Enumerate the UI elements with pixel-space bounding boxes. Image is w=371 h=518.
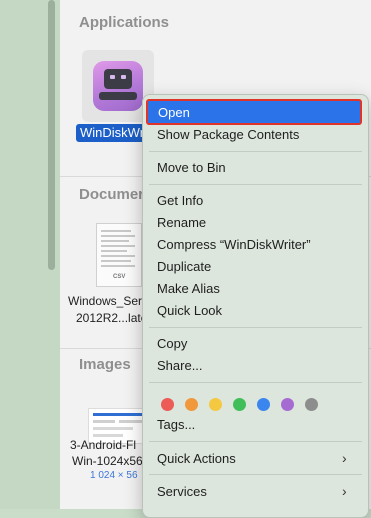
tag-color-dot[interactable] [185, 398, 198, 411]
menu-item-duplicate[interactable]: Duplicate [157, 257, 211, 277]
csv-document-thumbnail[interactable]: CSV [96, 223, 142, 287]
menu-item-share[interactable]: Share... [157, 356, 203, 376]
menu-item-get-info[interactable]: Get Info [157, 191, 203, 211]
menu-item-move-to-bin[interactable]: Move to Bin [157, 158, 226, 178]
tag-color-dot[interactable] [161, 398, 174, 411]
menu-separator [149, 441, 362, 442]
menu-item-compress[interactable]: Compress “WinDiskWriter” [157, 235, 311, 255]
services-chevron-icon: › [342, 483, 347, 499]
image-dimensions: 1 024 × 56 [90, 470, 138, 481]
menu-item-open[interactable]: Open [146, 99, 362, 125]
menu-separator [149, 474, 362, 475]
image-name-line2: Win-1024x56 [72, 454, 143, 468]
quick-actions-chevron-icon: › [342, 450, 347, 466]
tag-color-dot[interactable] [305, 398, 318, 411]
tag-color-dot[interactable] [233, 398, 246, 411]
menu-item-open-label: Open [158, 105, 190, 120]
menu-item-show-package-contents[interactable]: Show Package Contents [157, 125, 299, 145]
menu-item-tags[interactable]: Tags... [157, 415, 195, 435]
section-title-applications: Applications [79, 14, 170, 31]
document-name-line1: Windows_Ser [68, 294, 143, 308]
menu-separator [149, 151, 362, 152]
sidebar [0, 0, 60, 509]
tag-color-dot[interactable] [209, 398, 222, 411]
csv-badge: CSV [113, 274, 126, 280]
menu-item-quick-look[interactable]: Quick Look [157, 301, 222, 321]
section-title-documents: Documer [79, 186, 145, 203]
menu-item-quick-actions[interactable]: Quick Actions [157, 449, 236, 469]
tag-color-dot[interactable] [257, 398, 270, 411]
context-menu: Open Show Package Contents Move to Bin G… [142, 94, 369, 518]
menu-separator [149, 327, 362, 328]
menu-item-copy[interactable]: Copy [157, 334, 187, 354]
menu-item-services[interactable]: Services [157, 482, 207, 502]
menu-item-make-alias[interactable]: Make Alias [157, 279, 220, 299]
menu-separator [149, 382, 362, 383]
menu-separator [149, 184, 362, 185]
tag-color-dot[interactable] [281, 398, 294, 411]
windiskwriter-app-icon [93, 61, 143, 111]
menu-item-rename[interactable]: Rename [157, 213, 206, 233]
sidebar-scrollbar[interactable] [48, 0, 55, 270]
section-title-images: Images [79, 356, 131, 373]
image-name-line1: 3-Android-Fl [70, 438, 137, 452]
